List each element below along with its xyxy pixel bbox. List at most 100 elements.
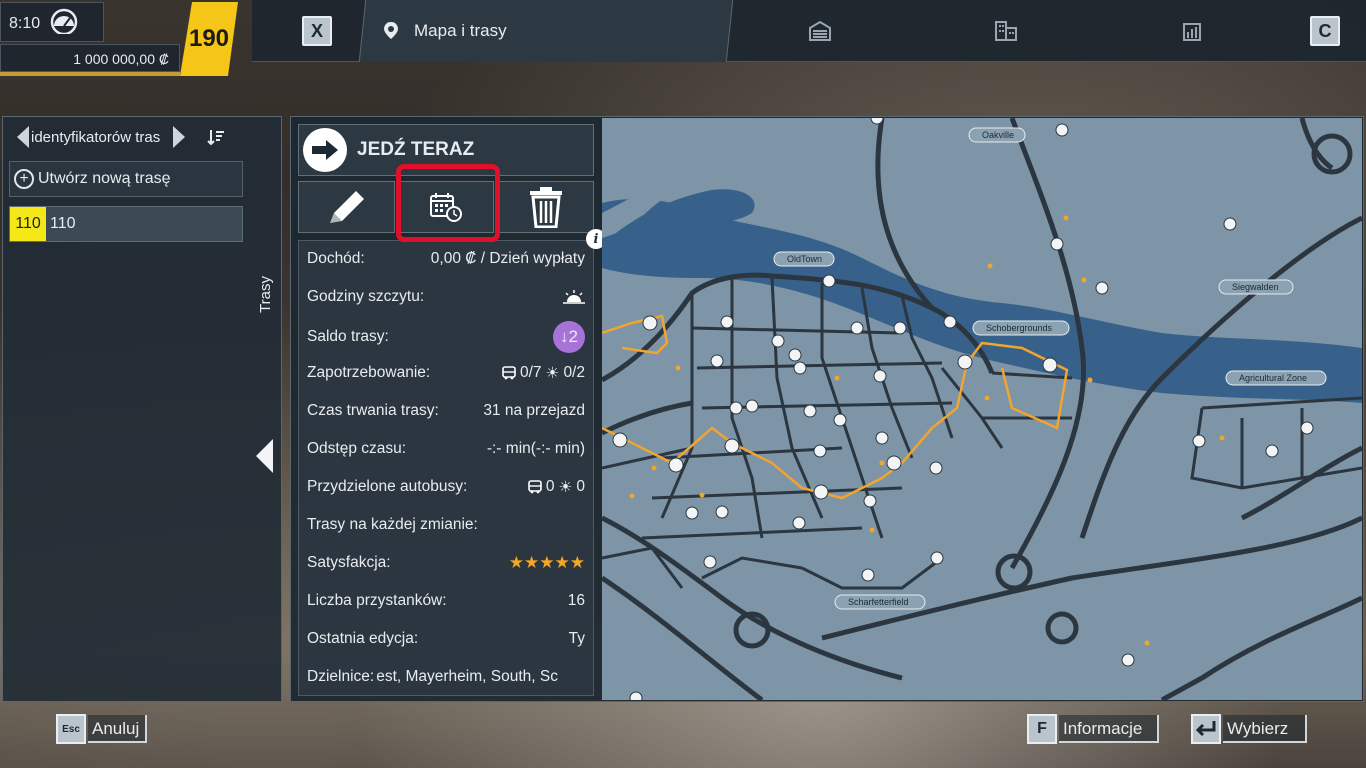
enter-key-icon — [1191, 714, 1221, 744]
route-stats-list: Dochód: 0,00 ₡ / Dzień wypłaty Godziny s… — [298, 240, 594, 696]
time-text: 8:10 — [9, 15, 41, 32]
top-navigation: X Mapa i trasy C — [252, 0, 1366, 62]
money-display: 1 000 000,00 ₡ — [0, 44, 180, 72]
drive-now-label: JEDŹ TERAZ — [357, 139, 475, 160]
stat-label: Zapotrzebowanie: — [307, 364, 431, 381]
information-button[interactable]: F Informacje — [1027, 714, 1159, 744]
assigned-bus-value: 0 — [545, 478, 555, 495]
stat-stop-count: Liczba przystanków: 16 — [307, 589, 585, 613]
stat-last-edit: Ostatnia edycja: Ty — [307, 627, 585, 651]
sort-next-arrow-icon[interactable] — [173, 126, 185, 148]
delete-icon — [529, 187, 562, 228]
stat-label: Przydzielone autobusy: — [307, 478, 468, 495]
route-list-item[interactable]: 110 110 — [9, 206, 243, 242]
highlight-annotation — [396, 164, 500, 242]
f-key: F — [1027, 714, 1057, 744]
balance-value: ↓2 — [560, 327, 578, 346]
buildings-icon[interactable] — [994, 20, 1018, 42]
stats-chart-icon[interactable] — [1180, 20, 1204, 42]
edit-route-button[interactable] — [298, 181, 395, 233]
tab-map-label: Mapa i trasy — [414, 21, 507, 40]
next-key-button[interactable]: C — [1310, 16, 1340, 46]
map-label-scharfetterfield: Scharfetterfield — [848, 597, 909, 607]
close-key-button[interactable]: X — [302, 16, 332, 46]
stat-value: -:- min(-:- min) — [486, 440, 585, 457]
level-text: 190 — [188, 25, 230, 52]
bus-icon — [502, 366, 516, 380]
arrow-right-icon — [303, 128, 347, 172]
stat-label: Czas trwania trasy: — [307, 402, 439, 419]
next-key-label: C — [1318, 20, 1332, 41]
esc-key: Esc — [56, 714, 86, 744]
plus-icon: + — [14, 169, 34, 189]
cancel-button[interactable]: Esc Anuluj — [56, 714, 148, 744]
stat-value: Ty — [568, 630, 585, 647]
map-pin-icon — [384, 22, 398, 39]
stat-satisfaction: Satysfakcja: ★★★★★ — [307, 551, 585, 575]
stat-route-balance: Saldo trasy: ↓2 — [307, 321, 585, 353]
bus-icon — [528, 480, 542, 494]
demand-bus-value: 0/7 — [519, 364, 542, 381]
sort-order-icon[interactable] — [207, 129, 225, 145]
map-label-oakville: Oakville — [982, 130, 1014, 140]
balance-indicator: ↓2 — [553, 321, 585, 353]
speed-gauge-icon[interactable] — [50, 8, 78, 34]
delete-route-button[interactable] — [497, 181, 595, 233]
stat-interval: Odstęp czasu: -:- min(-:- min) — [307, 437, 585, 461]
route-name: 110 — [50, 215, 76, 232]
routes-tab-label: Trasy — [257, 276, 274, 313]
stat-label: Dzielnice: — [307, 668, 375, 685]
select-button[interactable]: Wybierz — [1191, 714, 1307, 744]
satisfaction-stars: ★★★★★ — [508, 553, 585, 572]
stat-value: est, Mayerheim, South, Sc — [376, 668, 558, 685]
sort-prev-arrow-icon[interactable] — [17, 126, 29, 148]
sunrise-icon — [563, 290, 585, 304]
status-area: 8:10 1 000 000,00 ₡ 190 — [0, 0, 245, 76]
create-route-label: Utwórz nową trasę — [38, 170, 171, 187]
money-text: 1 000 000,00 ₡ — [73, 51, 169, 67]
map-label-siegwalden: Siegwalden — [1232, 282, 1279, 292]
select-label: Wybierz — [1223, 715, 1307, 743]
stat-label: Dochód: — [307, 250, 365, 267]
stat-routes-per-shift: Trasy na każdej zmianie: — [307, 513, 585, 537]
stat-value: 0,00 ₡ / Dzień wypłaty — [430, 250, 585, 267]
stat-peak-hours: Godziny szczytu: — [307, 285, 585, 309]
stat-districts: Dzielnice: est, Mayerheim, South, Sc — [307, 665, 585, 689]
night-icon: ☀ — [545, 364, 560, 382]
stat-assigned-buses: Przydzielone autobusy: 0 ☀ 0 — [307, 475, 585, 499]
tab-map-and-routes[interactable]: Mapa i trasy — [382, 0, 702, 62]
stat-label: Odstęp czasu: — [307, 440, 407, 457]
assigned-night-value: 0 — [576, 478, 585, 495]
edit-icon — [330, 191, 365, 223]
city-map[interactable]: Oakville OldTown Siegwalden Schobergroun… — [602, 118, 1362, 700]
information-label: Informacje — [1059, 715, 1159, 743]
stat-label: Liczba przystanków: — [307, 592, 447, 609]
map-label-oldtown: OldTown — [787, 254, 822, 264]
stat-label: Godziny szczytu: — [307, 288, 425, 305]
money-bar — [0, 72, 180, 76]
sort-label: identyfikatorów tras — [31, 128, 161, 146]
routes-sidebar: identyfikatorów tras + Utwórz nową trasę… — [2, 116, 282, 702]
map-label-agricultural-zone: Agricultural Zone — [1239, 373, 1307, 383]
stat-label: Satysfakcja: — [307, 554, 391, 571]
stat-label: Ostatnia edycja: — [307, 630, 419, 647]
collapse-sidebar-arrow-icon[interactable] — [256, 439, 273, 473]
map-label-schobergrounds: Schobergrounds — [986, 323, 1053, 333]
stat-demand: Zapotrzebowanie: 0/7 ☀ 0/2 — [307, 361, 585, 385]
stat-value: 31 na przejazd — [483, 402, 585, 419]
sort-selector: identyfikatorów tras — [17, 125, 247, 149]
stat-label: Saldo trasy: — [307, 328, 389, 345]
stat-route-duration: Czas trwania trasy: 31 na przejazd — [307, 399, 585, 423]
create-route-button[interactable]: + Utwórz nową trasę — [9, 161, 243, 197]
demand-night-value: 0/2 — [563, 364, 585, 381]
stat-label: Trasy na każdej zmianie: — [307, 516, 478, 533]
close-key-label: X — [310, 20, 323, 41]
cancel-label: Anuluj — [88, 715, 148, 743]
stat-income: Dochód: 0,00 ₡ / Dzień wypłaty — [307, 247, 585, 271]
route-number-badge: 110 — [10, 207, 46, 241]
depot-icon[interactable] — [808, 20, 832, 42]
level-badge: 190 — [180, 2, 238, 76]
map-canvas: Oakville OldTown Siegwalden Schobergroun… — [602, 118, 1362, 700]
night-icon: ☀ — [558, 478, 573, 496]
stat-value: 16 — [567, 592, 585, 609]
